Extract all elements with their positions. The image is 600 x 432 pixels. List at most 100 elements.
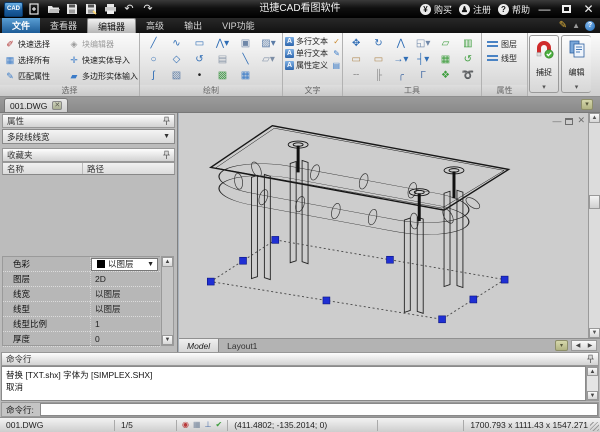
rotate-icon[interactable]: ↻ [374, 37, 382, 51]
scroll-down-icon[interactable]: ▼ [162, 335, 173, 345]
chamfer-icon[interactable]: Γ [420, 69, 426, 83]
pin-icon[interactable] [163, 116, 170, 126]
point-icon[interactable]: • [198, 69, 202, 83]
layout-scroll-arrows[interactable]: ◀▶ [571, 340, 597, 351]
attribute-define-button[interactable]: A 属性定义 ▤ [285, 60, 340, 71]
scroll-down-icon[interactable]: ▼ [587, 391, 598, 400]
register-button[interactable]: ♟ 注册 [459, 3, 491, 16]
menu-output[interactable]: 输出 [174, 18, 212, 33]
selection-box[interactable] [211, 240, 505, 319]
lengthen-icon[interactable]: ╌ [353, 69, 359, 83]
scroll-up-icon[interactable]: ▲ [162, 257, 173, 267]
snap-marker-icon[interactable]: ◉ [182, 420, 189, 430]
stretch-icon[interactable]: ╟ [375, 69, 382, 83]
drawing-canvas[interactable]: — ✕ [179, 113, 588, 338]
column-path[interactable]: 路径 [83, 163, 104, 175]
construction-line-icon[interactable]: ╲ [242, 53, 248, 67]
tab-layout1[interactable]: Layout1 [219, 339, 265, 352]
close-document-icon[interactable]: ✕ [52, 101, 62, 110]
property-row-thickness[interactable]: 厚度 0 [3, 332, 160, 347]
match-properties-button[interactable]: ✎ 匹配属性 [2, 68, 66, 84]
command-history[interactable]: 替换 [TXT.shx] 字体为 [SIMPLEX.SHX] 取消 [1, 366, 586, 401]
menu-vip[interactable]: VIP功能 [212, 18, 265, 33]
help-button[interactable]: ? 帮助 [498, 3, 530, 16]
scroll-up-icon[interactable]: ▲ [589, 113, 600, 123]
lineweight-icon[interactable]: ✔ [216, 420, 223, 430]
command-scrollbar[interactable]: ▲ ▼ [586, 366, 599, 401]
print-icon[interactable] [102, 2, 118, 16]
revision-cloud-icon[interactable]: ʃ [152, 69, 154, 83]
chevron-down-icon[interactable]: ▾ [575, 85, 579, 91]
grid-icon[interactable]: ▦ [193, 420, 201, 430]
property-row-lineweight[interactable]: 线宽 以图层 [3, 287, 160, 302]
arc-icon[interactable]: ↺ [195, 53, 203, 67]
pin-icon[interactable] [587, 354, 594, 364]
pin-icon[interactable] [163, 150, 170, 160]
polygon-entity-input-button[interactable]: ▰ 多边形实体输入 [66, 68, 140, 84]
scroll-up-icon[interactable]: ▲ [587, 367, 598, 376]
group-icon[interactable]: ▦ [441, 53, 450, 67]
explode-icon[interactable]: ❖ [441, 69, 450, 83]
polygon-icon[interactable]: ◇ [173, 53, 181, 67]
mdi-restore-icon[interactable] [565, 118, 573, 125]
resize-grip[interactable] [590, 422, 599, 431]
undo-icon[interactable]: ↶ [121, 2, 137, 16]
scroll-down-icon[interactable]: ▼ [589, 328, 600, 338]
entity-type-dropdown[interactable]: 多段线线宽 ▼ [2, 129, 175, 144]
close-button[interactable]: ✕ [581, 1, 596, 17]
save-as-icon[interactable] [83, 2, 99, 16]
raster-image-icon[interactable]: ▩ [218, 69, 227, 83]
select-all-button[interactable]: ▦ 选择所有 [2, 52, 66, 68]
single-text-button[interactable]: A 单行文本 ✎ [285, 48, 340, 59]
pen-icon[interactable]: ✎ [559, 20, 567, 31]
trim-icon[interactable]: ┤▾ [417, 53, 429, 67]
menu-advanced[interactable]: 高级 [136, 18, 174, 33]
redo-icon[interactable]: ↷ [140, 2, 156, 16]
expand-tabs-button[interactable]: ▾ [581, 99, 593, 110]
menu-viewer[interactable]: 查看器 [40, 18, 87, 33]
property-scrollbar[interactable]: ▲ ▼ [161, 256, 174, 346]
block-insert-icon[interactable]: ▤ [218, 53, 227, 67]
ortho-icon[interactable]: ⊥ [205, 420, 212, 430]
menu-editor[interactable]: 编辑器 [87, 18, 136, 33]
command-input[interactable] [40, 403, 598, 416]
mirror-icon[interactable]: ⋀ [397, 37, 405, 51]
region-icon[interactable]: ▣ [241, 37, 250, 51]
property-row-ltscale[interactable]: 线型比例 1 [3, 317, 160, 332]
polyline-icon[interactable]: ⋀▾ [216, 37, 229, 51]
circle-icon[interactable]: ○ [150, 53, 156, 67]
scale-icon[interactable]: ◱▾ [416, 37, 430, 51]
text-side-icon[interactable]: ▤ [332, 61, 340, 70]
paste-base-icon[interactable]: ▭ [351, 53, 360, 67]
open-file-icon[interactable] [45, 2, 61, 16]
chevron-down-icon[interactable]: ▼ [147, 261, 157, 268]
new-file-icon[interactable] [26, 2, 42, 16]
join-icon[interactable]: ➰ [462, 69, 474, 83]
tab-model[interactable]: Model [179, 339, 219, 352]
block-editor-button[interactable]: ◈ 块编辑器 [66, 36, 140, 52]
copy-object-icon[interactable]: ▱▾ [262, 53, 275, 67]
text-side-icon[interactable]: ✎ [333, 49, 340, 58]
quick-entity-import-button[interactable]: ✛ 快速实体导入 [66, 52, 140, 68]
mdi-close-icon[interactable]: ✕ [577, 115, 585, 126]
menu-file[interactable]: 文件 [2, 18, 40, 33]
vertical-scrollbar[interactable]: ▲ ▼ [588, 113, 600, 338]
rectangle-icon[interactable]: ▭ [195, 37, 204, 51]
column-name[interactable]: 名称 [3, 163, 83, 174]
property-row-layer[interactable]: 图层 2D [3, 272, 160, 287]
move-icon[interactable]: ✥ [352, 37, 360, 51]
text-side-icon[interactable]: ✓ [333, 37, 340, 46]
copy-icon[interactable]: ▱ [442, 37, 450, 51]
snap-button[interactable]: 捕捉 ▾ [529, 35, 559, 93]
quick-select-button[interactable]: ✐ 快速选择 [2, 36, 66, 52]
fillet-icon[interactable]: ╭ [398, 69, 404, 83]
save-icon[interactable] [64, 2, 80, 16]
scrollbar-thumb[interactable] [589, 195, 600, 209]
edit-button[interactable]: 编辑 ▾ [561, 35, 591, 93]
property-row-color[interactable]: 色彩 以图层 ▼ [3, 257, 160, 272]
mdi-minimize-icon[interactable]: — [552, 116, 561, 126]
document-tab[interactable]: 001.DWG ✕ [4, 98, 68, 112]
cad-logo[interactable]: CAD [4, 2, 23, 17]
mtext-button[interactable]: A 多行文本 ✓ [285, 36, 340, 47]
chevron-down-icon[interactable]: ▾ [542, 85, 546, 91]
